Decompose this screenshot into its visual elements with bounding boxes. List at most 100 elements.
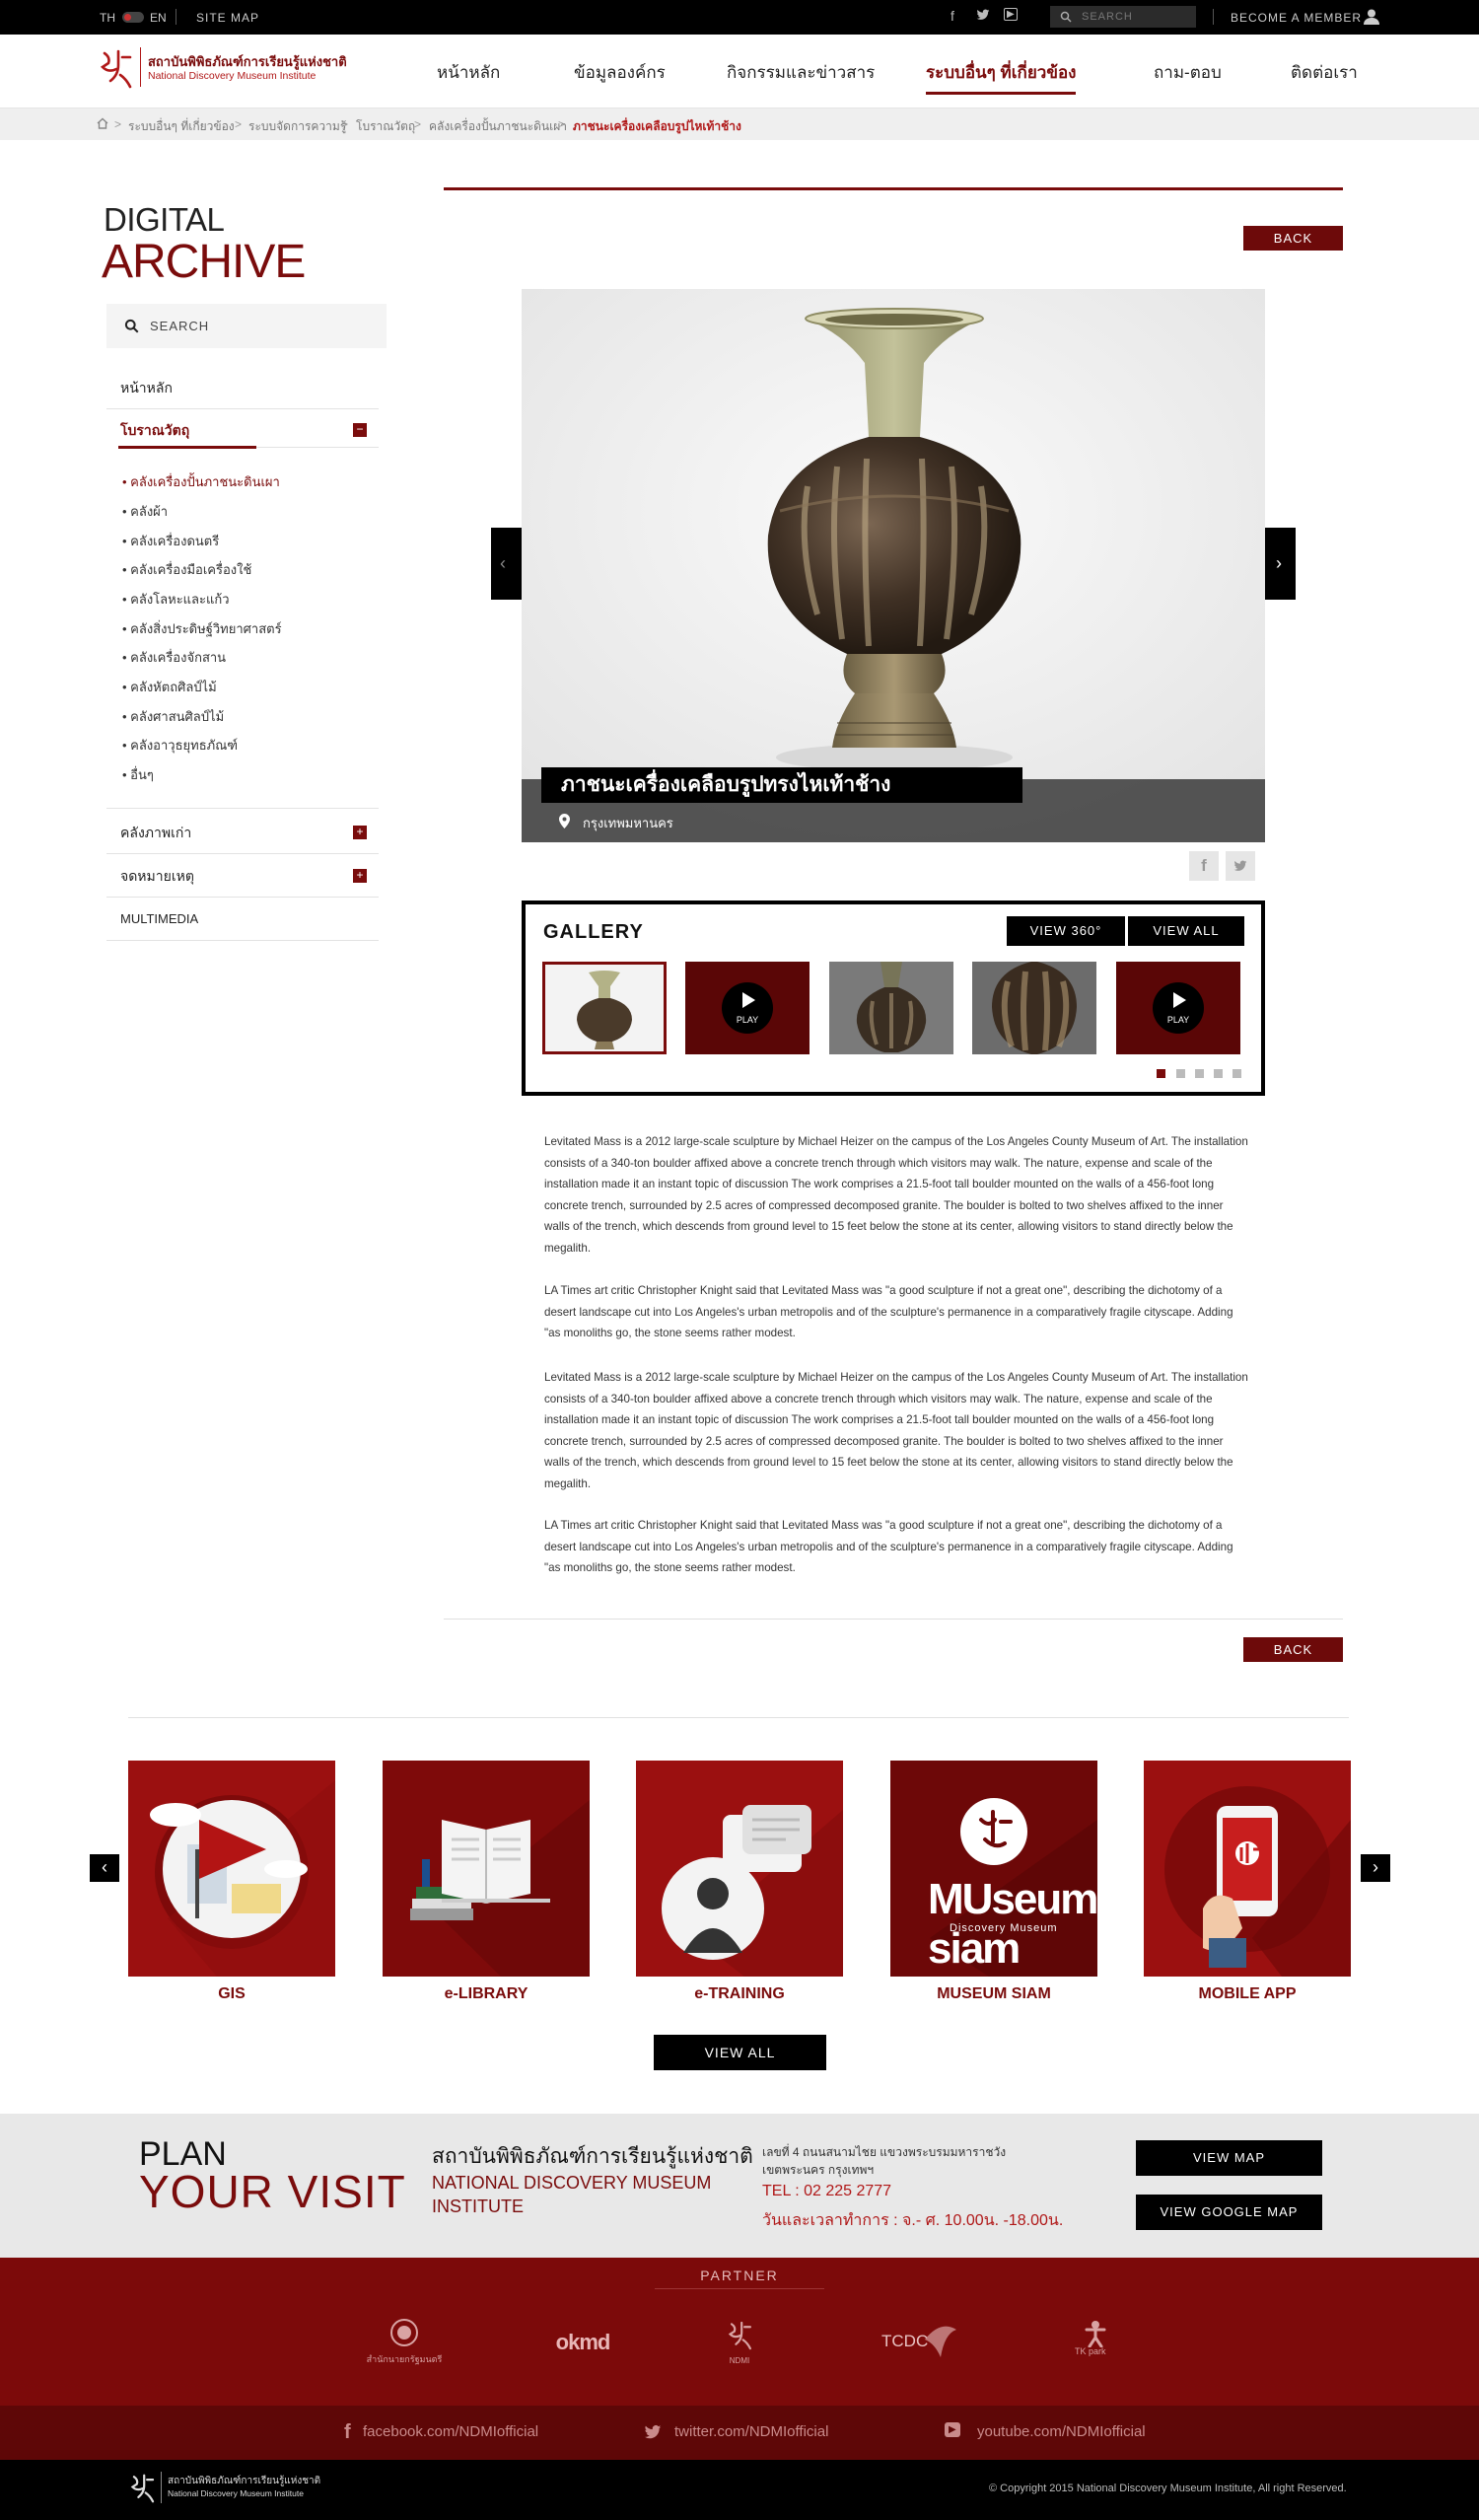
collapse-icon[interactable]: −	[353, 423, 367, 437]
nav-item-home[interactable]: หน้าหลัก	[437, 59, 500, 86]
gallery-page-dot[interactable]	[1195, 1069, 1204, 1078]
gallery-page-dot[interactable]	[1214, 1069, 1223, 1078]
view-all-gallery-button[interactable]: VIEW ALL	[1128, 916, 1244, 946]
visit-address-2: เขตพระนคร กรุงเทพฯ	[762, 2163, 875, 2177]
sidebar-item-home[interactable]: หน้าหลัก	[106, 366, 379, 409]
sidebar-title-archive: ARCHIVE	[102, 236, 306, 288]
partner-logo-ndmi[interactable]: NDMI	[720, 2320, 759, 2365]
service-tile-mobile-app[interactable]	[1144, 1761, 1351, 1977]
language-toggle[interactable]	[122, 12, 144, 23]
facebook-link[interactable]: facebook.com/NDMIofficial	[363, 2423, 538, 2440]
sidebar-search-input[interactable]: SEARCH	[150, 319, 209, 333]
sidebar-subitem-science[interactable]: • คลังสิ่งประดิษฐ์วิทยาศาสตร์	[122, 618, 282, 639]
sidebar-subitem-tools[interactable]: • คลังเครื่องมือเครื่องใช้	[122, 559, 251, 580]
twitter-link[interactable]: twitter.com/NDMIofficial	[674, 2423, 828, 2440]
slider-prev-button[interactable]: ‹	[491, 528, 522, 600]
gallery-thumb[interactable]	[972, 962, 1096, 1054]
sidebar-subitem-music[interactable]: • คลังเครื่องดนตรี	[122, 531, 219, 551]
service-tile-elibrary[interactable]	[383, 1761, 590, 1977]
nav-item-other-systems[interactable]: ระบบอื่นๆ ที่เกี่ยวข้อง	[926, 59, 1077, 95]
plan-visit-section: PLAN YOUR VISIT สถาบันพิพิธภัณฑ์การเรียน…	[0, 2114, 1479, 2258]
sidebar-subitem-weapons[interactable]: • คลังอาวุธยุทธภัณฑ์	[122, 735, 238, 756]
sidebar-subitem-woodcraft[interactable]: • คลังหัตถศิลป์ไม้	[122, 677, 217, 697]
gallery-thumb-video[interactable]: PLAY	[685, 962, 810, 1054]
breadcrumb-item[interactable]: คลังเครื่องปั้นภาชนะดินเผา	[429, 117, 567, 136]
youtube-link[interactable]: youtube.com/NDMIofficial	[977, 2423, 1146, 2440]
breadcrumb-item[interactable]: ระบบจัดการความรู้	[248, 117, 346, 136]
sidebar-item-multimedia[interactable]: MULTIMEDIA	[106, 898, 379, 941]
nav-item-about[interactable]: ข้อมูลองค์กร	[574, 59, 666, 86]
play-button[interactable]: PLAY	[722, 982, 773, 1034]
article-paragraph: Levitated Mass is a 2012 large-scale scu…	[544, 1371, 1248, 1490]
user-icon[interactable]	[1363, 8, 1380, 26]
services-prev-button[interactable]: ‹	[90, 1854, 119, 1882]
services-view-all-button[interactable]: VIEW ALL	[654, 2035, 826, 2070]
gallery-page-dot[interactable]	[1176, 1069, 1185, 1078]
back-button-bottom[interactable]: BACK	[1243, 1637, 1343, 1662]
lang-th-link[interactable]: TH	[100, 11, 115, 25]
service-label-mobile-app[interactable]: MOBILE APP	[1144, 1985, 1351, 2003]
view-map-button[interactable]: VIEW MAP	[1136, 2140, 1322, 2176]
service-tile-gis[interactable]	[128, 1761, 335, 1977]
site-map-link[interactable]: SITE MAP	[196, 11, 259, 25]
brand-name-en: National Discovery Museum Institute	[148, 70, 317, 82]
sidebar-search[interactable]: SEARCH	[106, 304, 387, 348]
play-button[interactable]: PLAY	[1153, 982, 1204, 1034]
service-label-etraining[interactable]: e-TRAINING	[636, 1985, 843, 2003]
sidebar-subitem-pottery[interactable]: • คลังเครื่องปั้นภาชนะดินเผา	[122, 471, 280, 492]
service-label-gis[interactable]: GIS	[128, 1985, 335, 2003]
sidebar-item-archives[interactable]: จดหมายเหตุ +	[106, 854, 379, 898]
gallery-thumb[interactable]	[829, 962, 953, 1054]
facebook-icon[interactable]: f	[344, 2421, 351, 2444]
back-button[interactable]: BACK	[1243, 226, 1343, 251]
gallery-thumb-video[interactable]: PLAY	[1116, 962, 1240, 1054]
view-360-button[interactable]: VIEW 360°	[1007, 916, 1125, 946]
sidebar-subitem-others[interactable]: • อื่นๆ	[122, 764, 154, 785]
site-logo[interactable]: สถาบันพิพิธภัณฑ์การเรียนรู้แห่งชาติ Nati…	[97, 44, 353, 96]
breadcrumb: > ระบบอื่นๆ ที่เกี่ยวข้อง > ระบบจัดการคว…	[0, 108, 1479, 140]
twitter-icon[interactable]	[642, 2423, 664, 2441]
partner-logo-pm-office[interactable]: สำนักนายกรัฐมนตรี	[355, 2318, 454, 2366]
lang-en-link[interactable]: EN	[150, 11, 167, 25]
service-tile-etraining[interactable]	[636, 1761, 843, 1977]
facebook-icon[interactable]: f	[951, 8, 954, 24]
partner-logo-tkpark[interactable]: TK park	[1067, 2320, 1116, 2363]
slider-next-button[interactable]: ›	[1265, 528, 1296, 600]
nav-item-contact[interactable]: ติดต่อเรา	[1291, 59, 1358, 86]
search-box[interactable]: SEARCH	[1050, 6, 1196, 28]
gallery-page-dot-active[interactable]	[1157, 1069, 1165, 1078]
twitter-icon[interactable]	[976, 8, 990, 25]
service-label-museum-siam[interactable]: MUSEUM SIAM	[890, 1985, 1097, 2003]
share-facebook-button[interactable]: f	[1189, 851, 1219, 881]
nav-item-faq[interactable]: ถาม-ตอบ	[1154, 59, 1222, 86]
services-next-button[interactable]: ›	[1361, 1854, 1390, 1882]
sidebar-item-old-photos[interactable]: คลังภาพเก่า +	[106, 811, 379, 854]
nav-item-activities[interactable]: กิจกรรมและข่าวสาร	[727, 59, 875, 86]
sidebar-subitem-textile[interactable]: • คลังผ้า	[122, 501, 168, 522]
youtube-icon[interactable]: ▶	[945, 2422, 960, 2437]
breadcrumb-item[interactable]: โบราณวัตถุ	[356, 117, 415, 136]
become-member-link[interactable]: BECOME A MEMBER	[1231, 11, 1362, 25]
gallery-thumb-active[interactable]	[542, 962, 667, 1054]
youtube-icon[interactable]: ▶	[1004, 8, 1018, 21]
vase-thumbnail	[992, 962, 1077, 1054]
gallery-page-dot[interactable]	[1232, 1069, 1241, 1078]
visit-org-en-1: NATIONAL DISCOVERY MUSEUM	[432, 2173, 712, 2193]
vase-illustration	[522, 289, 1265, 842]
search-input[interactable]: SEARCH	[1082, 11, 1133, 23]
divider	[106, 808, 379, 809]
partner-logo-tcdc[interactable]: TCDC	[878, 2320, 976, 2359]
expand-icon[interactable]: +	[353, 869, 367, 883]
home-icon[interactable]	[97, 117, 108, 129]
partner-logo-okmd[interactable]: okmd	[538, 2330, 627, 2355]
sidebar-subitem-basketry[interactable]: • คลังเครื่องจักสาน	[122, 647, 226, 668]
expand-icon[interactable]: +	[353, 826, 367, 839]
service-tile-museum-siam[interactable]: MUseum siam Discovery Museum	[890, 1761, 1097, 1977]
view-google-map-button[interactable]: VIEW GOOGLE MAP	[1136, 2195, 1322, 2230]
breadcrumb-item[interactable]: ระบบอื่นๆ ที่เกี่ยวข้อง	[128, 117, 235, 136]
play-label: PLAY	[736, 1015, 759, 1025]
sidebar-subitem-metal-glass[interactable]: • คลังโลหะและแก้ว	[122, 589, 230, 610]
service-label-elibrary[interactable]: e-LIBRARY	[383, 1985, 590, 2003]
share-twitter-button[interactable]	[1226, 851, 1255, 881]
sidebar-subitem-religious-wood[interactable]: • คลังศาสนศิลป์ไม้	[122, 706, 224, 727]
